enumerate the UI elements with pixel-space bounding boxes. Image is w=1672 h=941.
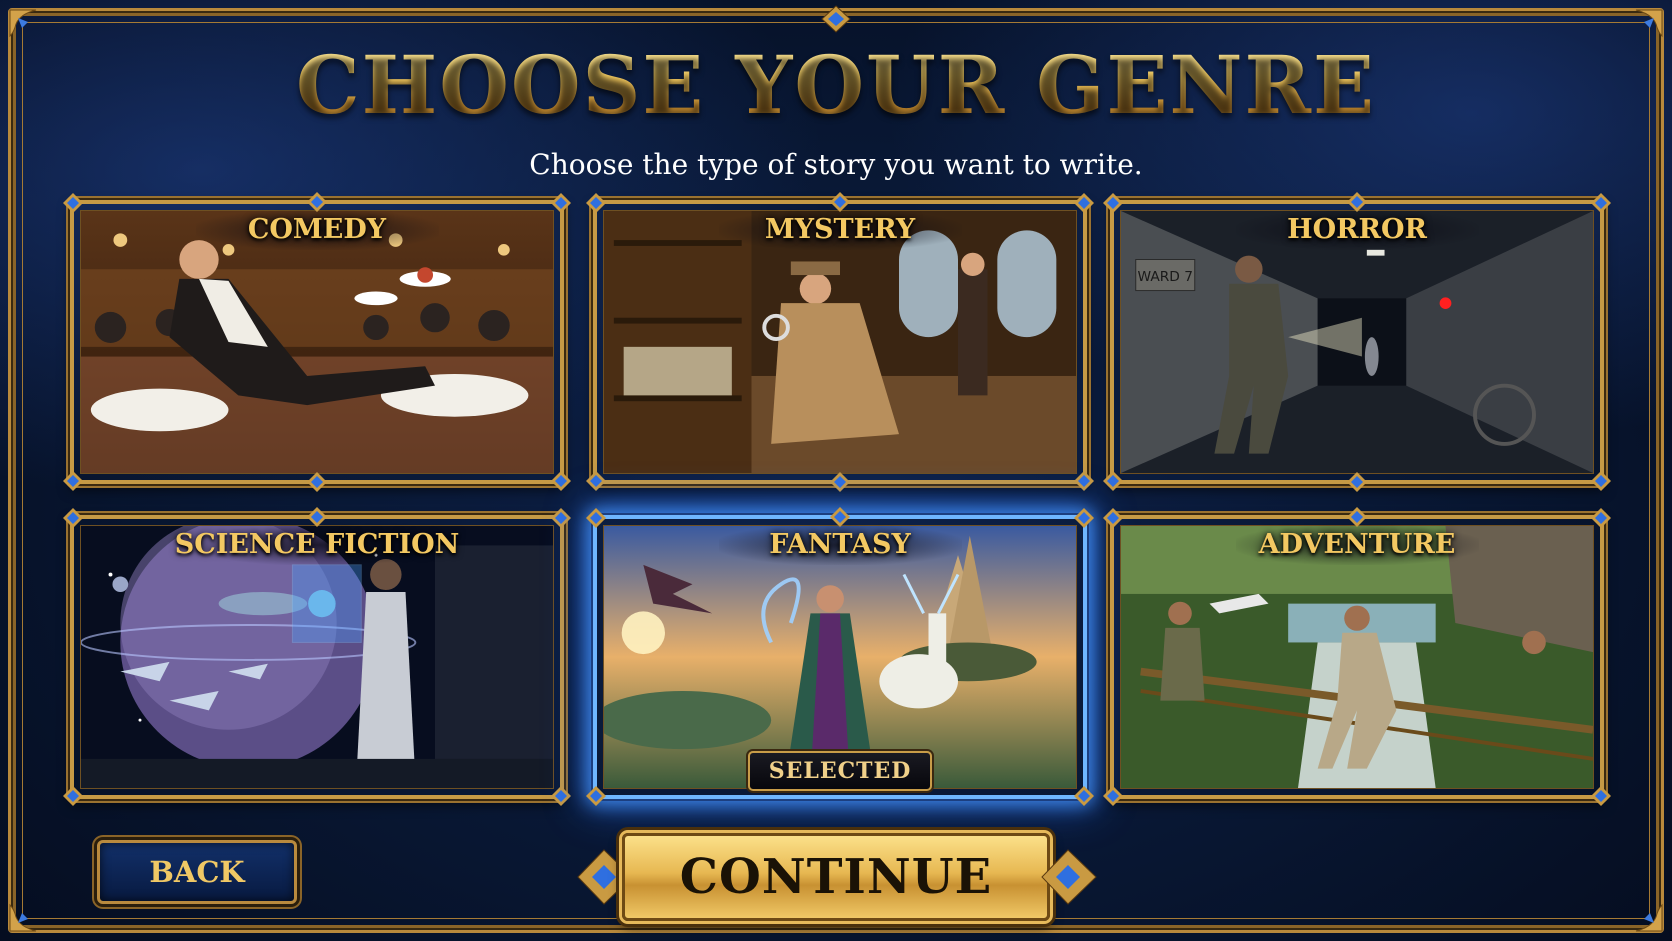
- corner-gem-icon: [1073, 192, 1095, 214]
- corner-gem-icon: [1590, 192, 1612, 214]
- selected-badge: SELECTED: [748, 751, 932, 791]
- corner-gem-icon: [1590, 785, 1612, 807]
- corner-gem-icon: [1073, 507, 1095, 529]
- back-button[interactable]: BACK: [97, 840, 297, 904]
- corner-gem-icon: [1073, 470, 1095, 492]
- corner-gem-icon: [1102, 470, 1124, 492]
- corner-ornament-icon: [6, 891, 50, 935]
- gem-icon: [306, 471, 328, 493]
- gem-icon: [829, 471, 851, 493]
- gem-icon: [1346, 191, 1368, 213]
- corner-gem-icon: [1590, 470, 1612, 492]
- corner-gem-icon: [62, 192, 84, 214]
- genre-card-fantasy[interactable]: FANTASY SELECTED: [586, 507, 1094, 806]
- corner-gem-icon: [1102, 507, 1124, 529]
- gem-ornament-icon: [1038, 846, 1098, 908]
- genre-card-comedy[interactable]: COMEDY: [63, 192, 571, 492]
- genre-label: SCIENCE FICTION: [174, 529, 460, 560]
- genre-label: ADVENTURE: [1258, 529, 1456, 560]
- corner-gem-icon: [585, 507, 607, 529]
- corner-gem-icon: [550, 507, 572, 529]
- page-subtitle: Choose the type of story you want to wri…: [529, 148, 1143, 181]
- gem-icon: [1346, 506, 1368, 528]
- gem-icon: [829, 191, 851, 213]
- corner-gem-icon: [62, 470, 84, 492]
- corner-gem-icon: [550, 785, 572, 807]
- genre-label: HORROR: [1287, 214, 1427, 245]
- corner-gem-icon: [1073, 785, 1095, 807]
- ward-sign: WARD 7: [1137, 269, 1193, 285]
- genre-card-horror[interactable]: WARD 7 HORROR: [1103, 192, 1611, 492]
- corner-gem-icon: [1590, 507, 1612, 529]
- corner-gem-icon: [1102, 785, 1124, 807]
- corner-gem-icon: [585, 470, 607, 492]
- continue-button[interactable]: CONTINUE: [622, 833, 1050, 921]
- genre-label: COMEDY: [247, 214, 387, 245]
- gem-icon: [306, 506, 328, 528]
- genre-label: FANTASY: [769, 529, 911, 560]
- corner-ornament-icon: [1622, 891, 1666, 935]
- corner-gem-icon: [1102, 192, 1124, 214]
- genre-card-mystery[interactable]: MYSTERY: [586, 192, 1094, 492]
- corner-gem-icon: [585, 785, 607, 807]
- corner-gem-icon: [585, 192, 607, 214]
- gem-icon: [829, 506, 851, 528]
- page-title: CHOOSE YOUR GENRE: [0, 38, 1672, 132]
- gem-ornament-icon: [818, 4, 854, 34]
- corner-gem-icon: [62, 507, 84, 529]
- corner-gem-icon: [550, 192, 572, 214]
- genre-card-adventure[interactable]: ADVENTURE: [1103, 507, 1611, 806]
- genre-card-science-fiction[interactable]: SCIENCE FICTION: [63, 507, 571, 806]
- gem-icon: [306, 191, 328, 213]
- genre-label: MYSTERY: [764, 214, 916, 245]
- corner-gem-icon: [550, 470, 572, 492]
- gem-icon: [1346, 471, 1368, 493]
- corner-gem-icon: [62, 785, 84, 807]
